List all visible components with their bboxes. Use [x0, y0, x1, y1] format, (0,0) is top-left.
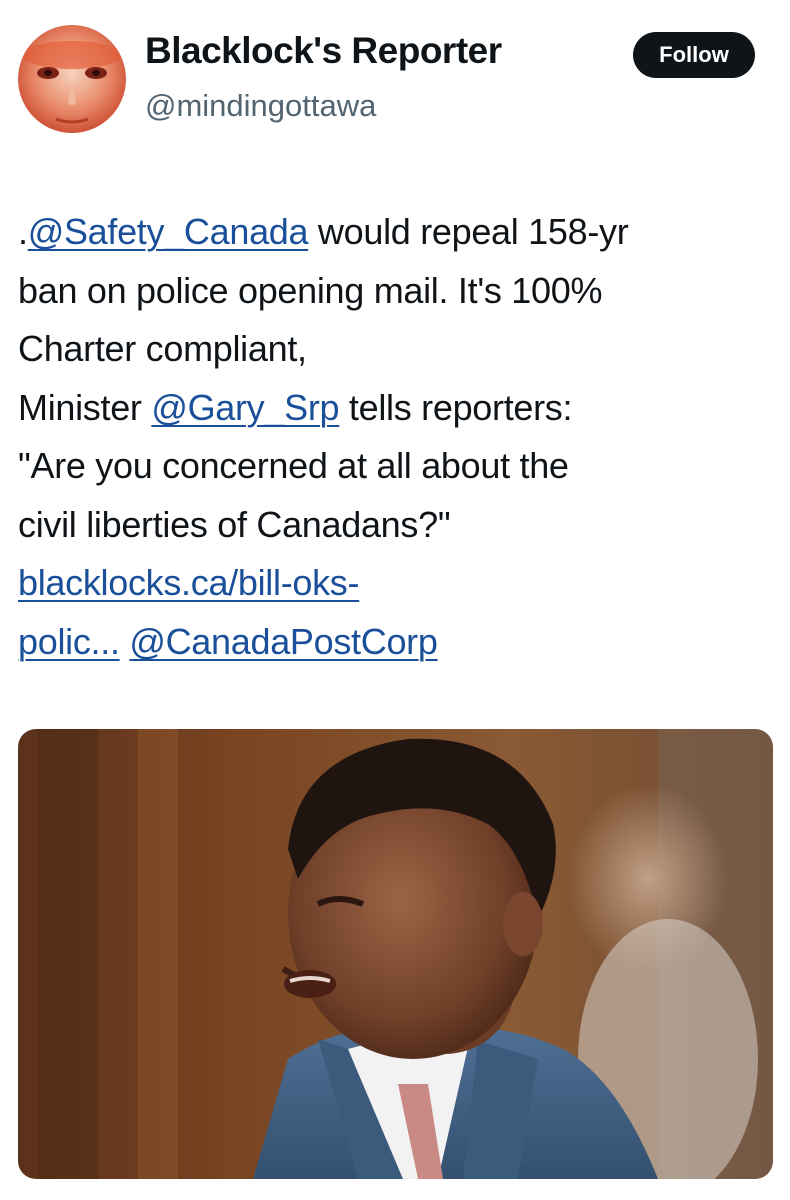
tweet-text-segment: Minister: [18, 386, 152, 428]
tweet-header: Blacklock's Reporter @mindingottawa Foll…: [0, 0, 790, 150]
tweet-media-photo[interactable]: [18, 729, 773, 1179]
mention-link[interactable]: @CanadaPostCorp: [129, 621, 438, 662]
tweet-text-segment: .: [18, 211, 28, 252]
tweet-text-line: polic... @CanadaPostCorp: [18, 613, 783, 672]
tweet-text: .@Safety_Canada would repeal 158-yr ban o…: [18, 203, 783, 671]
author-avatar[interactable]: [18, 25, 126, 133]
tweet-text-segment: ban on police opening mail. It's 100%: [18, 269, 603, 311]
tweet-text-segment: "Are you concerned at all about the: [18, 445, 569, 486]
tweet-text-segment: civil liberties of Canadans?": [18, 503, 451, 545]
avatar-face-image: [18, 25, 126, 133]
tweet-text-line: Charter compliant,: [18, 320, 783, 379]
tweet-text-segment: Charter compliant,: [18, 328, 307, 369]
tweet-text-segment: tells reporters:: [339, 386, 573, 428]
author-display-name[interactable]: Blacklock's Reporter: [145, 30, 502, 72]
tweet-text-segment: would repeal 158-yr: [308, 211, 629, 252]
mention-link[interactable]: @Gary_Srp: [151, 387, 339, 428]
author-handle[interactable]: @mindingottawa: [145, 88, 376, 124]
tweet-text-line: civil liberties of Canadans?": [18, 496, 783, 555]
url-link[interactable]: polic...: [18, 621, 120, 662]
tweet-text-segment: [120, 621, 130, 662]
follow-button[interactable]: Follow: [633, 32, 755, 78]
tweet-text-line: ban on police opening mail. It's 100%: [18, 262, 783, 321]
mention-link[interactable]: @Safety_Canada: [28, 211, 309, 252]
tweet-text-line: .@Safety_Canada would repeal 158-yr: [18, 203, 783, 262]
tweet-text-line: blacklocks.ca/bill-oks-: [18, 554, 783, 613]
tweet-text-line: "Are you concerned at all about the: [18, 437, 783, 496]
photo-man-in-suit-image: [18, 729, 773, 1179]
tweet-text-line: Minister @Gary_Srp tells reporters:: [18, 379, 783, 438]
url-link[interactable]: blacklocks.ca/bill-oks-: [18, 562, 360, 603]
